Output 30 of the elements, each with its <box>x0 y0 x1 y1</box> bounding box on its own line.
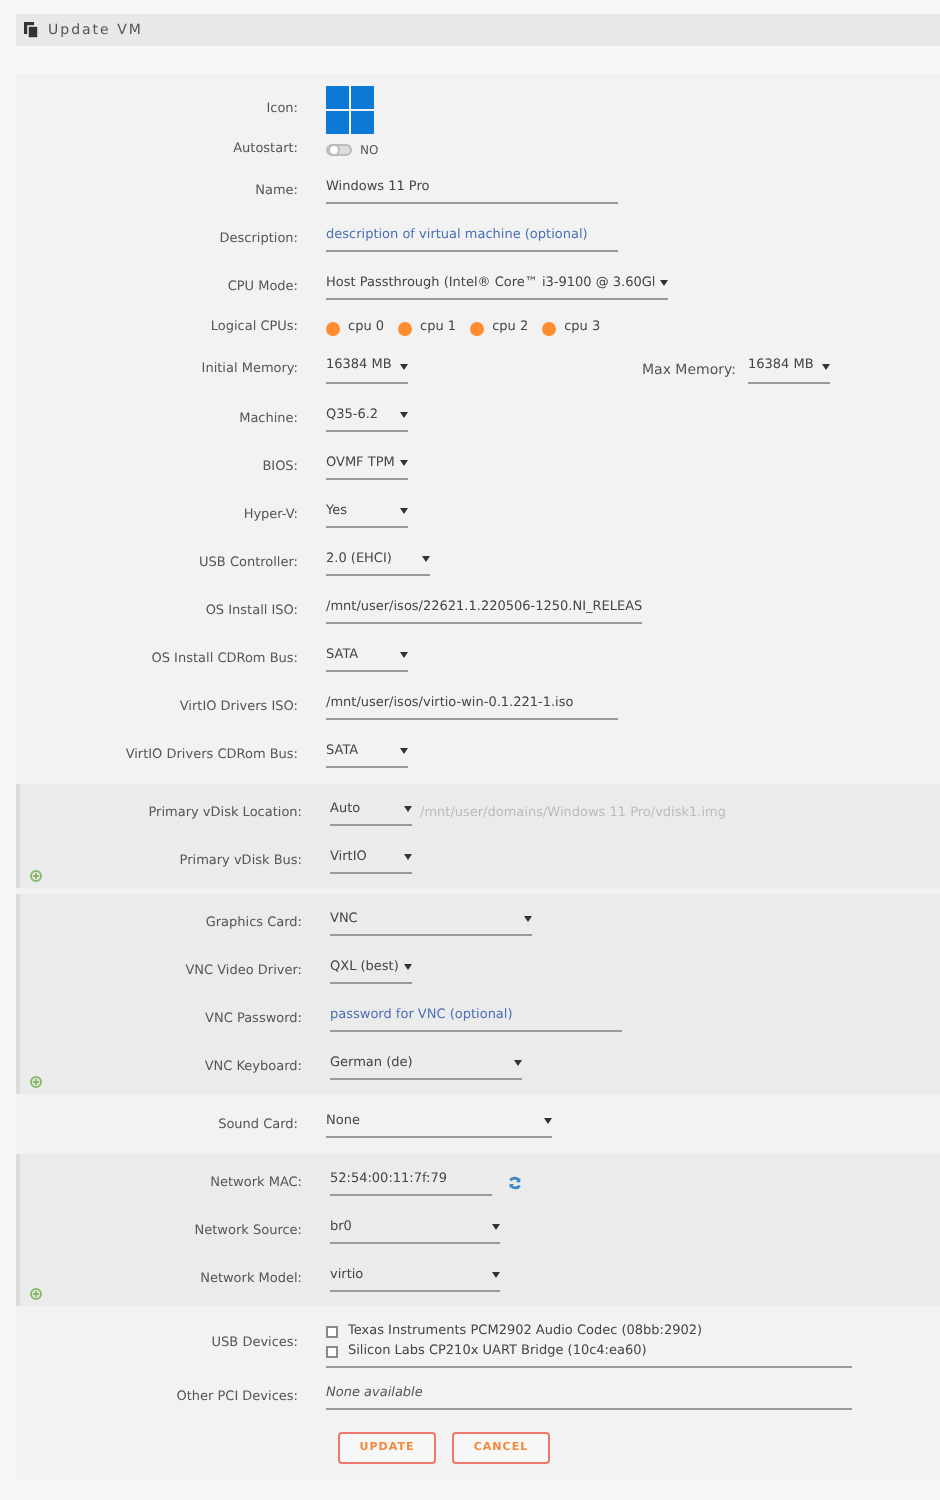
caret-icon <box>404 853 412 859</box>
caret-icon <box>400 507 408 513</box>
cpu-checkbox[interactable] <box>398 321 413 335</box>
cpu-checkbox[interactable] <box>470 321 485 335</box>
caret-icon <box>524 915 532 921</box>
add-icon[interactable] <box>30 870 42 882</box>
caret-icon <box>492 1271 500 1277</box>
refresh-icon[interactable] <box>508 1175 522 1189</box>
caret-icon <box>659 279 668 285</box>
cpu-checkbox[interactable] <box>542 321 557 335</box>
caret-icon <box>404 963 412 969</box>
cpu-checkbox[interactable] <box>326 321 340 335</box>
checkbox[interactable] <box>326 1345 338 1357</box>
caret-icon <box>400 651 408 657</box>
caret-icon <box>400 747 408 753</box>
caret-icon <box>400 411 408 417</box>
caret-icon <box>822 363 830 369</box>
windows-logo-icon[interactable] <box>326 86 374 134</box>
add-icon[interactable] <box>30 1288 42 1300</box>
add-icon[interactable] <box>30 1076 42 1088</box>
caret-icon <box>544 1117 552 1123</box>
toggle-switch[interactable] <box>326 144 352 156</box>
caret-icon <box>400 363 408 369</box>
checkbox[interactable] <box>326 1325 338 1337</box>
caret-icon <box>492 1223 500 1229</box>
caret-icon <box>514 1059 522 1065</box>
caret-icon <box>404 805 412 811</box>
caret-icon <box>422 555 430 561</box>
caret-icon <box>400 459 408 465</box>
copy-icon <box>24 22 38 38</box>
